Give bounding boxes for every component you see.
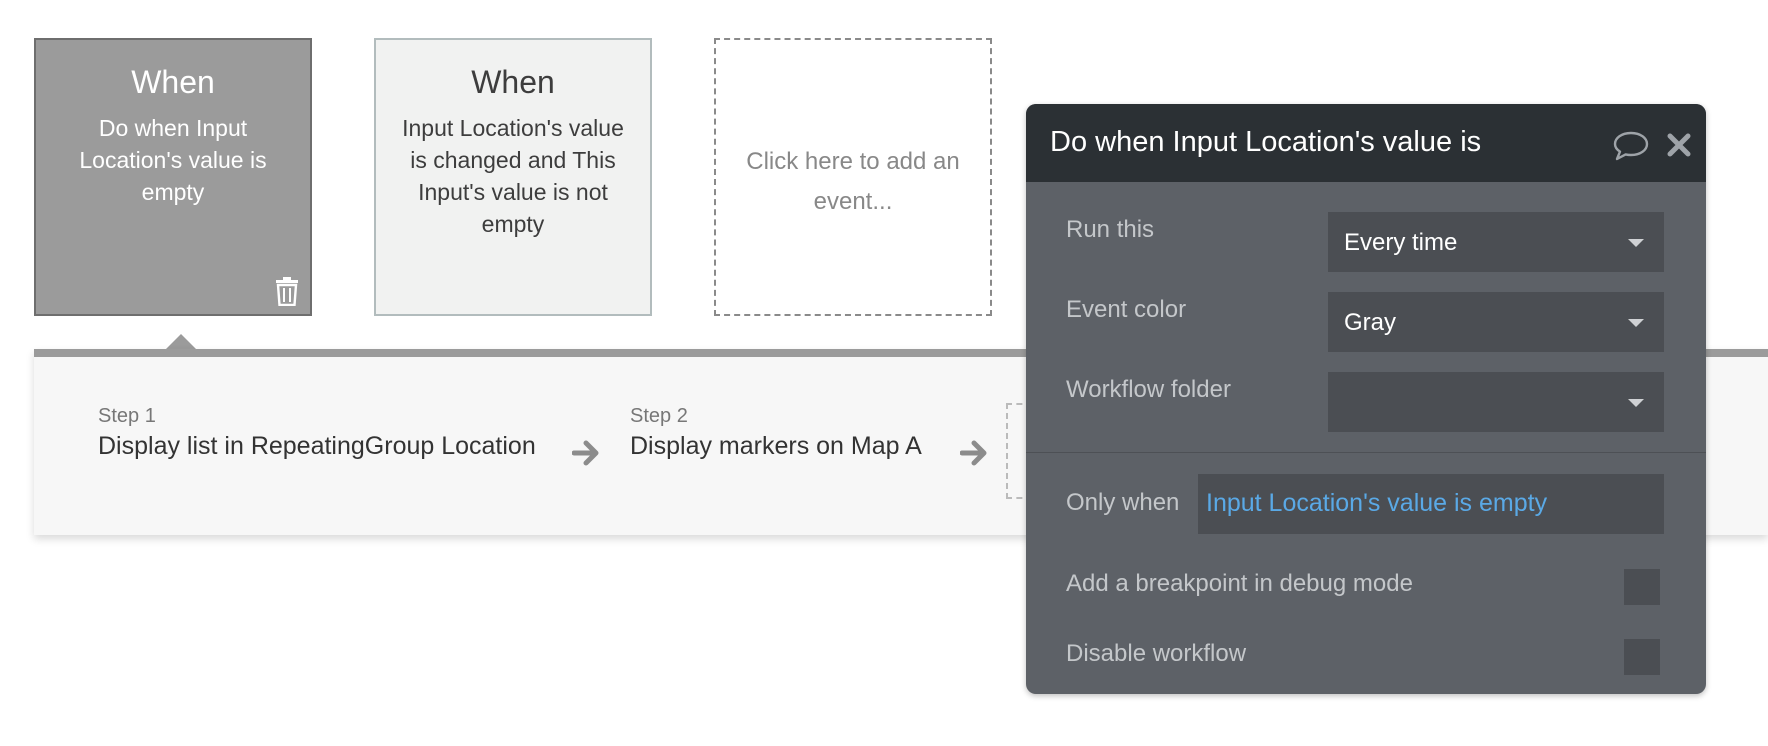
workflow-folder-label: Workflow folder <box>1066 376 1231 403</box>
panel-divider <box>1026 452 1706 453</box>
step-label: Step 2 <box>630 405 688 427</box>
run-this-value: Every time <box>1344 229 1458 256</box>
arrow-right-icon <box>572 440 599 466</box>
event-property-editor: Do when Input Location's value is Run th… <box>1026 104 1706 694</box>
disable-workflow-checkbox[interactable] <box>1624 639 1660 675</box>
event-card-selected[interactable]: When Do when Input Location's value is e… <box>34 38 312 316</box>
event-color-label: Event color <box>1066 296 1187 323</box>
event-description: Do when Input Location's value is empty <box>79 115 267 205</box>
event-card[interactable]: When Input Location's value is changed a… <box>374 38 652 316</box>
event-color-value: Gray <box>1344 309 1397 336</box>
step-title: Display list in RepeatingGroup Location <box>98 432 536 460</box>
selected-event-pointer <box>165 334 197 350</box>
event-description: Input Location's value is changed and Th… <box>402 115 624 237</box>
arrow-right-icon <box>960 440 987 466</box>
event-when-label: When <box>471 64 555 100</box>
workflow-step-2[interactable]: Step 2 Display markers on Map A <box>630 405 922 461</box>
event-when-label: When <box>131 64 215 100</box>
workflow-folder-dropdown[interactable] <box>1328 372 1664 432</box>
breakpoint-label: Add a breakpoint in debug mode <box>1066 570 1413 597</box>
add-event-text: Click here to add an event... <box>746 148 960 215</box>
event-color-dropdown[interactable]: Gray <box>1328 292 1664 352</box>
only-when-label: Only when <box>1066 489 1180 516</box>
panel-header: Do when Input Location's value is <box>1026 104 1706 182</box>
add-event-card[interactable]: Click here to add an event... <box>714 38 992 316</box>
trash-icon[interactable] <box>274 276 300 306</box>
caret-down-icon <box>1628 399 1644 407</box>
caret-down-icon <box>1628 239 1644 247</box>
step-title: Display markers on Map A <box>630 432 922 460</box>
comment-icon[interactable] <box>1612 130 1650 162</box>
run-this-label: Run this <box>1066 216 1155 243</box>
breakpoint-checkbox[interactable] <box>1624 569 1660 605</box>
disable-workflow-label: Disable workflow <box>1066 640 1247 667</box>
only-when-expression-field[interactable]: Input Location's value is empty <box>1198 474 1664 534</box>
panel-title: Do when Input Location's value is <box>1050 126 1482 158</box>
caret-down-icon <box>1628 319 1644 327</box>
close-icon[interactable] <box>1666 132 1692 158</box>
step-label: Step 1 <box>98 405 156 427</box>
run-this-dropdown[interactable]: Every time <box>1328 212 1664 272</box>
only-when-expression[interactable]: Input Location's value is empty <box>1206 489 1547 518</box>
workflow-step-1[interactable]: Step 1 Display list in RepeatingGroup Lo… <box>98 405 536 461</box>
